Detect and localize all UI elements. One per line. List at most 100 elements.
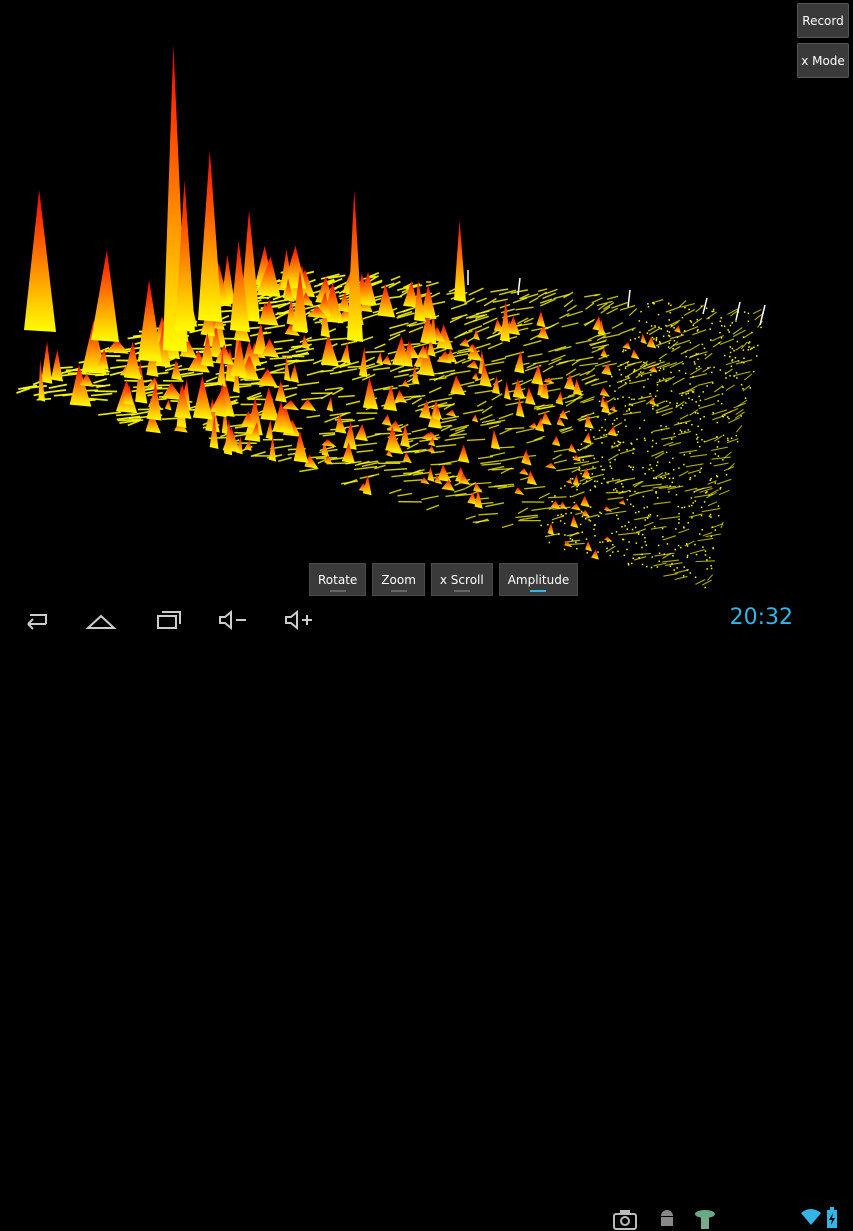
floor-streak <box>744 374 752 380</box>
floor-dot <box>572 539 574 541</box>
spectrum-peak <box>491 429 500 449</box>
floor-streak <box>582 375 596 380</box>
floor-dot <box>625 382 627 384</box>
floor-dot <box>698 396 700 398</box>
floor-dot <box>691 424 693 426</box>
floor-dot <box>572 478 574 480</box>
floor-dot <box>570 538 572 540</box>
status-clock: 20:32 <box>730 605 793 630</box>
floor-dot <box>685 393 687 395</box>
x-mode-button[interactable]: x Mode <box>797 43 849 78</box>
floor-dot <box>564 549 566 551</box>
floor-dot <box>673 469 675 471</box>
floor-dot <box>680 422 682 424</box>
floor-dot <box>669 462 671 464</box>
floor-dot <box>639 320 641 322</box>
floor-dot <box>612 544 614 546</box>
floor-dot <box>611 467 613 469</box>
floor-streak <box>720 339 734 345</box>
floor-dot <box>565 513 567 515</box>
floor-dot <box>626 449 628 451</box>
floor-dot <box>663 368 665 370</box>
floor-streak <box>469 288 484 295</box>
floor-dot <box>727 438 729 440</box>
spectrogram-3d-view[interactable] <box>0 0 853 600</box>
floor-dot <box>685 373 687 375</box>
floor-dot <box>692 502 694 504</box>
floor-dot <box>669 402 671 404</box>
floor-streak <box>274 340 294 343</box>
recent-apps-icon[interactable] <box>152 606 186 634</box>
floor-streak <box>714 463 729 466</box>
rotate-button[interactable]: Rotate <box>309 563 366 596</box>
floor-dot <box>645 541 647 543</box>
floor-dot <box>684 330 686 332</box>
floor-dot <box>574 502 576 504</box>
floor-dot <box>729 356 731 358</box>
floor-dot <box>675 528 677 530</box>
floor-dot <box>683 527 685 529</box>
floor-dot <box>586 538 588 540</box>
floor-dot <box>701 439 703 441</box>
floor-dot <box>625 376 627 378</box>
home-icon[interactable] <box>84 606 118 634</box>
floor-streak <box>717 479 731 484</box>
floor-dot <box>627 499 629 501</box>
floor-dot <box>743 358 745 360</box>
floor-dot <box>668 491 670 493</box>
floor-dot <box>710 463 712 465</box>
floor-dot <box>678 422 680 424</box>
floor-dot <box>688 398 690 400</box>
floor-dot <box>620 381 622 383</box>
floor-streak <box>692 330 706 335</box>
floor-streak <box>608 497 624 499</box>
floor-dot <box>628 564 630 566</box>
floor-streak <box>367 434 380 437</box>
zoom-button[interactable]: Zoom <box>372 563 425 596</box>
floor-dot <box>648 306 650 308</box>
spectrum-peak <box>381 355 391 365</box>
floor-streak <box>572 492 585 497</box>
floor-dot <box>684 431 686 433</box>
floor-dot <box>741 361 743 363</box>
floor-dot <box>594 481 596 483</box>
floor-dot <box>729 375 731 377</box>
floor-streak <box>384 469 407 471</box>
floor-dot <box>716 436 718 438</box>
volume-down-icon[interactable] <box>216 606 250 634</box>
floor-dot <box>638 533 640 535</box>
floor-streak <box>482 406 492 413</box>
spectrum-peak <box>525 387 536 405</box>
notification-icon <box>694 1207 716 1231</box>
volume-up-icon[interactable] <box>282 606 316 634</box>
floor-streak <box>634 557 646 561</box>
floor-dot <box>753 371 755 373</box>
floor-dot <box>579 466 581 468</box>
floor-streak <box>704 394 719 400</box>
back-icon[interactable] <box>18 606 52 634</box>
floor-streak <box>591 381 607 385</box>
floor-dot <box>663 378 665 380</box>
floor-streak <box>663 574 677 577</box>
floor-dot <box>620 364 622 366</box>
record-button[interactable]: Record <box>797 3 849 38</box>
floor-streak <box>429 387 441 392</box>
floor-dot <box>650 514 652 516</box>
floor-dot <box>748 349 750 351</box>
floor-streak <box>702 508 721 511</box>
floor-dot <box>607 482 609 484</box>
floor-dot <box>722 459 724 461</box>
floor-dot <box>730 325 732 327</box>
floor-streak <box>607 308 618 314</box>
floor-dot <box>706 559 708 561</box>
amplitude-button[interactable]: Amplitude <box>499 563 579 596</box>
floor-dot <box>706 307 708 309</box>
floor-dot <box>640 371 642 373</box>
spectrum-peak <box>382 414 392 426</box>
floor-streak <box>753 310 761 314</box>
floor-streak <box>330 413 351 416</box>
floor-dot <box>643 362 645 364</box>
spectrum-peak <box>302 335 310 350</box>
x-scroll-button[interactable]: x Scroll <box>431 563 493 596</box>
floor-dot <box>696 368 698 370</box>
